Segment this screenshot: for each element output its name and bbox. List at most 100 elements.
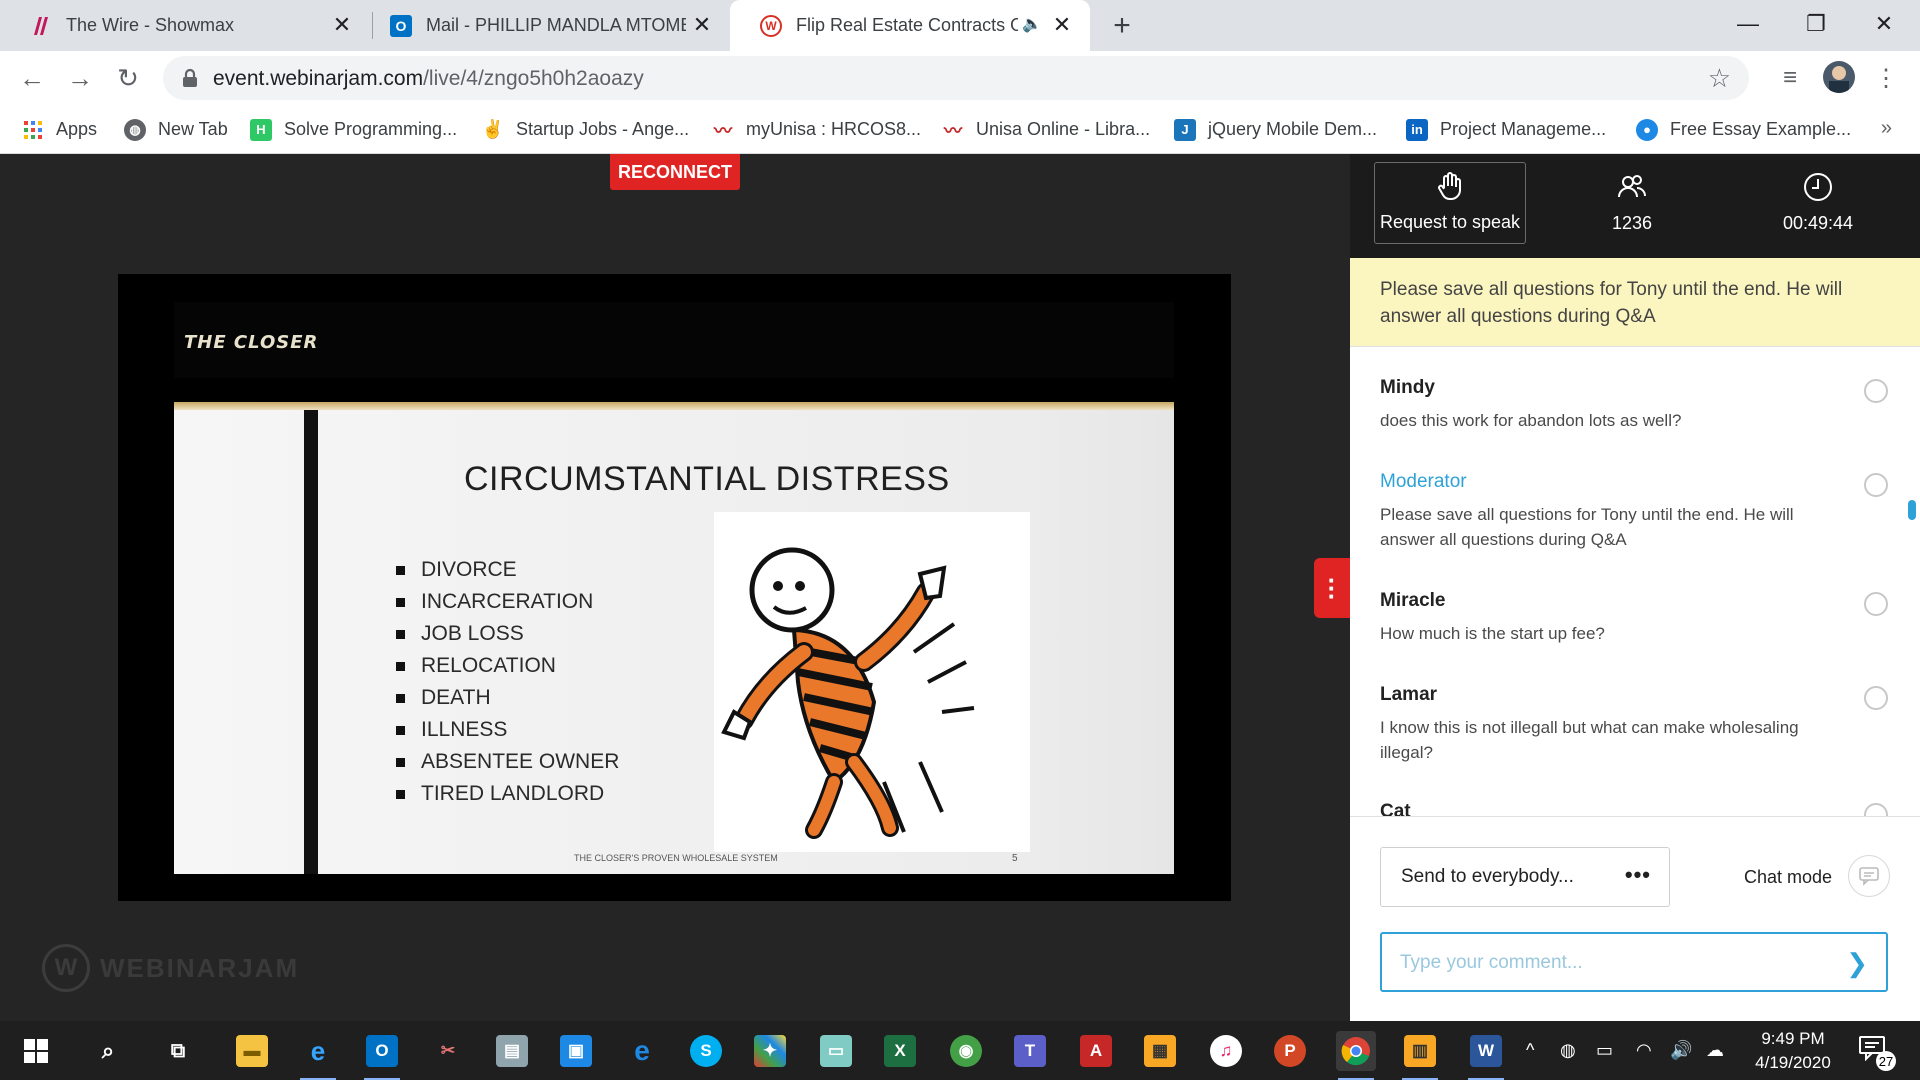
slide-bullet: JOB LOSS — [396, 618, 619, 650]
search-icon[interactable]: ⌕ — [88, 1031, 128, 1071]
winrar-icon[interactable]: ✦ — [750, 1031, 790, 1071]
outlook-icon[interactable]: O — [362, 1031, 402, 1080]
attendees-icon — [1618, 175, 1646, 198]
slide-header: THE CLOSER — [174, 302, 1174, 378]
excel-icon[interactable]: X — [880, 1031, 920, 1071]
tab-webinar[interactable]: W Flip Real Estate Contracts Of 🔈 ✕ — [730, 0, 1090, 51]
itunes-icon[interactable]: ♫ — [1206, 1031, 1246, 1071]
chrome-icon[interactable] — [1336, 1031, 1376, 1080]
send-to-label: Send to everybody... — [1401, 866, 1574, 887]
send-to-selector[interactable]: Send to everybody... ••• — [1380, 847, 1670, 907]
close-icon[interactable]: ✕ — [1050, 12, 1074, 37]
chat-scrollbar[interactable] — [1908, 500, 1916, 520]
xbox-icon[interactable]: ◉ — [946, 1031, 986, 1071]
comment-field[interactable]: ❯ — [1380, 932, 1888, 992]
request-to-speak-label: Request to speak — [1379, 212, 1521, 232]
powerpoint-icon[interactable]: P — [1270, 1031, 1310, 1071]
send-arrow-icon[interactable]: ❯ — [1846, 948, 1868, 979]
tab-showmax[interactable]: The Wire - Showmax ✕ — [0, 0, 370, 51]
archive-icon[interactable]: ▦ — [1140, 1031, 1180, 1071]
edge-icon[interactable]: e — [622, 1031, 662, 1071]
comment-input[interactable] — [1400, 950, 1820, 976]
back-icon[interactable]: ← — [14, 60, 50, 96]
reload-icon[interactable]: ↻ — [110, 60, 146, 96]
bookmark-jquery-mobile[interactable]: J jQuery Mobile Dem... — [1174, 105, 1377, 154]
presentation-video[interactable]: THE CLOSER CIRCUMSTANTIAL DISTRESS DIVOR… — [118, 274, 1231, 901]
new-tab-button[interactable]: + — [1106, 9, 1138, 42]
bookmark-unisa-online[interactable]: 〰 Unisa Online - Libra... — [942, 105, 1150, 154]
bookmark-new-tab[interactable]: ◍ New Tab — [124, 105, 228, 154]
volume-icon[interactable]: 🔊 — [1670, 1021, 1692, 1080]
bookmark-label: Startup Jobs - Ange... — [516, 119, 690, 139]
network-icon[interactable]: ▣ — [556, 1031, 596, 1071]
webinarjam-logo: W WEBINARJAM — [42, 944, 299, 992]
bookmarks-overflow-icon[interactable]: » — [1881, 117, 1892, 140]
teams-icon[interactable]: T — [1010, 1031, 1050, 1071]
elapsed-time-value: 00:49:44 — [1782, 213, 1854, 233]
message-select-radio[interactable] — [1864, 379, 1888, 403]
lock-icon — [183, 68, 197, 87]
bookmark-project-management[interactable]: in Project Manageme... — [1406, 105, 1606, 154]
close-icon[interactable]: ✕ — [330, 12, 354, 37]
message-select-radio[interactable] — [1864, 803, 1888, 816]
slide-page-number: 5 — [1012, 853, 1018, 864]
close-icon[interactable]: ✕ — [690, 12, 714, 37]
tab-mail[interactable]: O Mail - PHILLIP MANDLA MTOMBENI ✕ — [360, 0, 730, 51]
internet-explorer-icon[interactable]: e — [298, 1031, 338, 1080]
reconnect-button[interactable]: RECONNECT — [610, 154, 740, 190]
message-select-radio[interactable] — [1864, 473, 1888, 497]
chat-message-list[interactable]: Mindy does this work for abandon lots as… — [1350, 346, 1920, 816]
windows-start-icon[interactable] — [16, 1031, 56, 1071]
browser-toolbar: ← → ↻ event.webinarjam.com/live/4/zngo5h… — [0, 51, 1920, 105]
clock-time: 9:49 PM — [1761, 1029, 1825, 1048]
acrobat-icon[interactable]: A — [1076, 1031, 1116, 1071]
avatar[interactable] — [1823, 61, 1855, 93]
system-clock[interactable]: 9:49 PM 4/19/2020 — [1738, 1027, 1848, 1075]
tab-title: The Wire - Showmax — [66, 15, 235, 35]
show-hidden-icons[interactable]: ^ — [1526, 1021, 1534, 1080]
action-center-icon[interactable]: 27 — [1858, 1035, 1896, 1071]
message-text: Please save all questions for Tony until… — [1380, 505, 1794, 549]
message-select-radio[interactable] — [1864, 686, 1888, 710]
webinar-stage: RECONNECT THE CLOSER CIRCUMSTANTIAL DIST… — [0, 154, 1350, 1021]
skype-icon[interactable]: S — [686, 1031, 726, 1071]
bookmark-startup-jobs[interactable]: ✌ Startup Jobs - Ange... — [482, 105, 689, 154]
more-options-icon[interactable]: ••• — [1625, 862, 1651, 888]
bookmark-myunisa[interactable]: 〰 myUnisa : HRCOS8... — [712, 105, 921, 154]
message-select-radio[interactable] — [1864, 592, 1888, 616]
bookmark-label: Apps — [56, 119, 98, 139]
message-author: Cat — [1380, 801, 1411, 816]
onedrive-icon[interactable]: ◍ — [1560, 1021, 1576, 1080]
url-path: /live/4/zngo5h0h2aoazy — [423, 67, 644, 90]
paint-icon[interactable]: ▤ — [492, 1031, 532, 1071]
address-bar[interactable]: event.webinarjam.com/live/4/zngo5h0h2aoa… — [163, 56, 1749, 100]
notepad-icon[interactable]: ▭ — [816, 1031, 856, 1071]
chat-composer: Send to everybody... ••• Chat mode ❯ — [1350, 816, 1920, 1021]
message-author: Lamar — [1380, 684, 1438, 705]
task-view-icon[interactable]: ⧉ — [158, 1031, 198, 1071]
file-explorer-icon[interactable]: ▬ — [232, 1031, 272, 1071]
forward-icon[interactable]: → — [62, 60, 98, 96]
restore-icon[interactable]: ❐ — [1788, 4, 1844, 44]
notes-icon[interactable]: ▥ — [1400, 1031, 1440, 1080]
media-queue-icon[interactable]: ≡ — [1774, 62, 1806, 94]
bookmark-star-icon[interactable]: ☆ — [1708, 63, 1731, 94]
snipping-icon[interactable]: ✂ — [428, 1031, 468, 1071]
bookmark-solve-programming[interactable]: H Solve Programming... — [250, 105, 457, 154]
battery-icon[interactable]: ▭ — [1596, 1021, 1613, 1080]
chat-message: Mindy does this work for abandon lots as… — [1380, 377, 1888, 433]
slide-bullet: TIRED LANDLORD — [396, 778, 619, 810]
speaker-icon[interactable]: 🔈 — [1022, 14, 1042, 34]
close-window-icon[interactable]: ✕ — [1856, 4, 1912, 44]
request-to-speak-button[interactable]: Request to speak — [1374, 162, 1526, 244]
cloud-sync-icon[interactable]: ☁ — [1706, 1021, 1724, 1080]
minimize-icon[interactable]: — — [1720, 4, 1776, 44]
panel-menu-button[interactable]: · · · — [1314, 558, 1350, 618]
chat-mode-toggle[interactable] — [1848, 855, 1890, 897]
wifi-icon[interactable]: ◠ — [1636, 1021, 1652, 1080]
kebab-menu-icon[interactable]: ⋮ — [1870, 62, 1902, 94]
bookmark-free-essay[interactable]: ● Free Essay Example... — [1636, 105, 1851, 154]
word-icon[interactable]: W — [1466, 1031, 1506, 1080]
windows-taskbar: ⌕ ⧉ ▬ e O ✂ ▤ ▣ e S ✦ ▭ X ◉ T A ▦ ♫ P ▥ … — [0, 1021, 1920, 1080]
bookmark-apps[interactable]: Apps — [22, 105, 97, 154]
